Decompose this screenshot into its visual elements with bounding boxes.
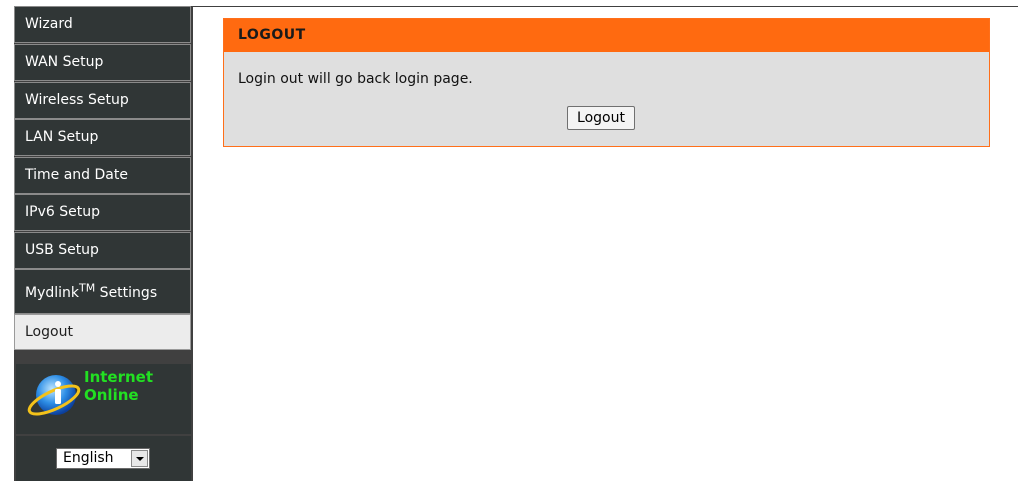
internet-status: Internet Online [16, 364, 191, 434]
sidebar-item-wireless-setup[interactable]: Wireless Setup [14, 82, 191, 119]
logout-button[interactable]: Logout [567, 106, 635, 130]
panel-title: LOGOUT [224, 19, 989, 52]
trademark-sup: TM [79, 281, 96, 295]
sidebar-nav: Wizard WAN Setup Wireless Setup LAN Setu… [14, 6, 193, 481]
sidebar-item-mydlink-settings[interactable]: MydlinkTM Settings [14, 269, 191, 314]
language-area: English [16, 436, 191, 481]
sidebar-item-wan-setup[interactable]: WAN Setup [14, 44, 191, 81]
sidebar-item-logout[interactable]: Logout [14, 314, 191, 350]
sidebar-item-usb-setup[interactable]: USB Setup [14, 232, 191, 269]
logout-message: Login out will go back login page. [238, 71, 473, 87]
sidebar-item-wizard[interactable]: Wizard [14, 6, 191, 43]
sidebar-item-ipv6-setup[interactable]: IPv6 Setup [14, 194, 191, 231]
internet-status-text: Internet Online [84, 368, 153, 404]
chevron-down-icon[interactable] [131, 450, 148, 467]
top-divider [192, 6, 1018, 7]
settings-label: Settings [95, 285, 158, 301]
sidebar-item-lan-setup[interactable]: LAN Setup [14, 119, 191, 156]
language-value: English [63, 450, 114, 466]
status-line-online: Online [84, 386, 139, 404]
mydlink-label: Mydlink [25, 285, 80, 301]
logout-panel: LOGOUT Login out will go back login page… [223, 18, 990, 147]
status-line-internet: Internet [84, 368, 154, 386]
language-select[interactable]: English [56, 448, 150, 469]
sidebar-item-time-and-date[interactable]: Time and Date [14, 157, 191, 194]
info-globe-icon [27, 375, 81, 416]
